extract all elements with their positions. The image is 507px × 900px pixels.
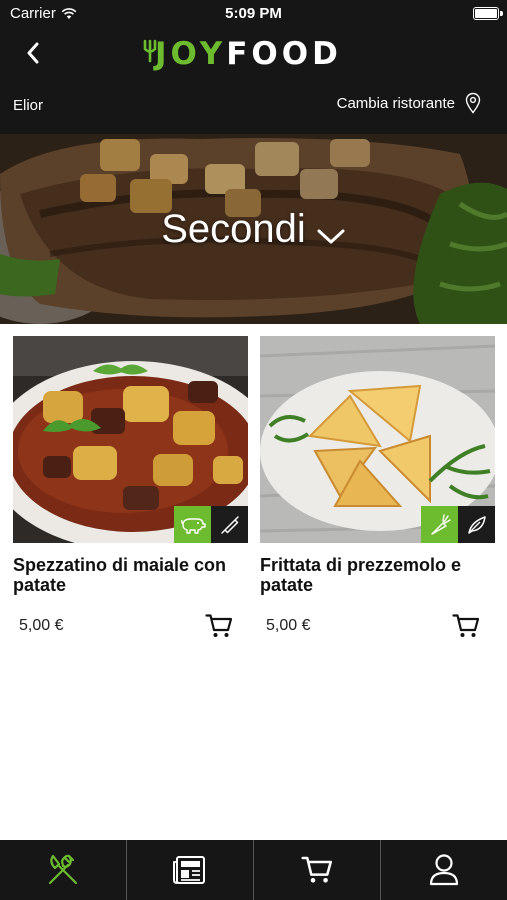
app-screen: Carrier 5:09 PM JOY FOOD Elior Cambia ris…	[0, 0, 507, 900]
allergen-badge	[458, 506, 495, 543]
newspaper-icon	[173, 856, 205, 884]
product-price: 5,00 €	[266, 617, 311, 634]
location-pin-icon	[465, 92, 481, 114]
cart-icon	[301, 856, 332, 883]
tab-cart[interactable]	[253, 840, 380, 900]
battery-icon	[473, 7, 503, 20]
category-title: Secondi	[161, 207, 306, 251]
clock: 5:09 PM	[225, 5, 282, 22]
product-footer: 5,00 €	[260, 611, 495, 641]
vegetarian-badge	[421, 506, 458, 543]
carrot-icon	[430, 513, 451, 535]
product-card[interactable]: Spezzatino di maiale con patate 5,00 €	[13, 336, 248, 641]
change-restaurant-label: Cambia ristorante	[336, 94, 455, 112]
app-header: JOY FOOD Elior Cambia ristorante	[0, 28, 507, 134]
back-button[interactable]	[18, 38, 48, 68]
logo-food-text: FOOD	[226, 36, 342, 72]
tab-profile[interactable]	[380, 840, 507, 900]
logo-joy-text: JOY	[155, 36, 227, 72]
change-restaurant-button[interactable]: Cambia ristorante	[337, 92, 481, 114]
leaf-icon	[467, 515, 486, 534]
product-name: Frittata di prezzemolo e patate	[260, 555, 462, 595]
chevron-left-icon	[27, 42, 39, 64]
product-image	[260, 336, 495, 543]
pig-icon	[180, 517, 206, 534]
restaurant-name: Elior	[13, 97, 44, 114]
cart-icon	[205, 614, 233, 637]
category-hero-banner: Secondi	[0, 134, 507, 324]
status-bar: Carrier 5:09 PM	[0, 0, 507, 28]
fork-knife-icon	[48, 854, 78, 885]
add-to-cart-button[interactable]	[204, 611, 234, 641]
category-selector[interactable]: Secondi	[0, 207, 507, 252]
allergen-badge	[211, 506, 248, 543]
product-image	[13, 336, 248, 543]
rolling-pin-icon	[220, 515, 239, 534]
product-card[interactable]: Frittata di prezzemolo e patate 5,00 €	[260, 336, 495, 641]
tab-news[interactable]	[126, 840, 253, 900]
cart-icon	[452, 614, 480, 637]
product-price: 5,00 €	[19, 617, 64, 634]
pork-badge	[174, 506, 211, 543]
product-footer: 5,00 €	[13, 611, 248, 641]
joyfood-logo: JOY FOOD	[143, 36, 342, 72]
tab-menu[interactable]	[0, 840, 126, 900]
product-name: Spezzatino di maiale con patate	[13, 555, 227, 595]
bottom-tab-bar	[0, 840, 507, 900]
chevron-down-icon	[317, 229, 345, 243]
user-icon	[429, 854, 459, 886]
add-to-cart-button[interactable]	[451, 611, 481, 641]
